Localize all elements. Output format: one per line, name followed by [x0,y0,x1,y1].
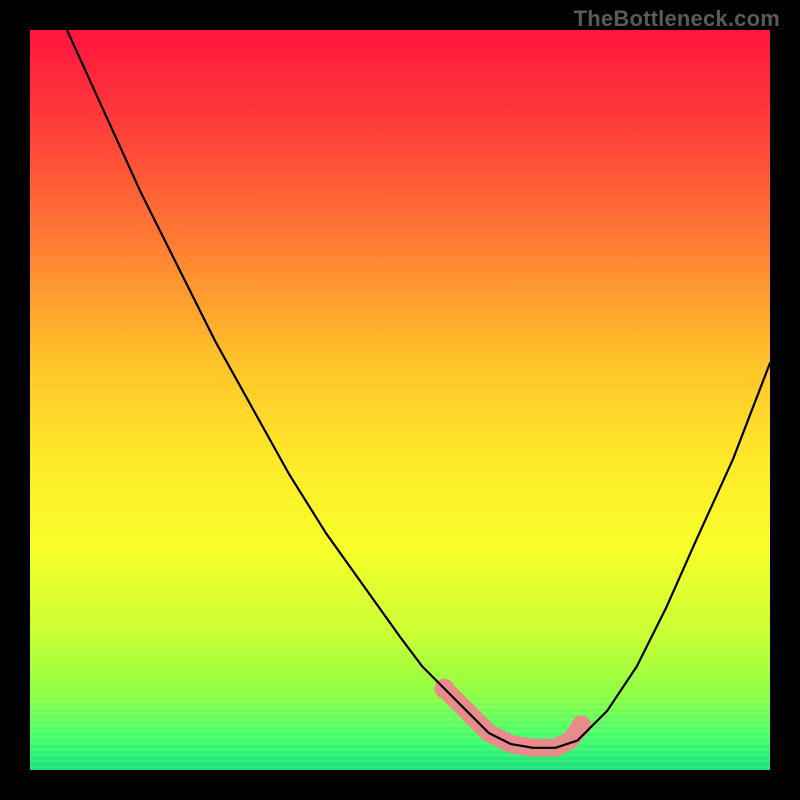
highlight-endpoint [571,716,591,736]
watermark-text: TheBottleneck.com [574,6,780,32]
chart-frame: TheBottleneck.com [0,0,800,800]
bottleneck-chart [0,0,800,800]
plot-background [30,30,770,770]
